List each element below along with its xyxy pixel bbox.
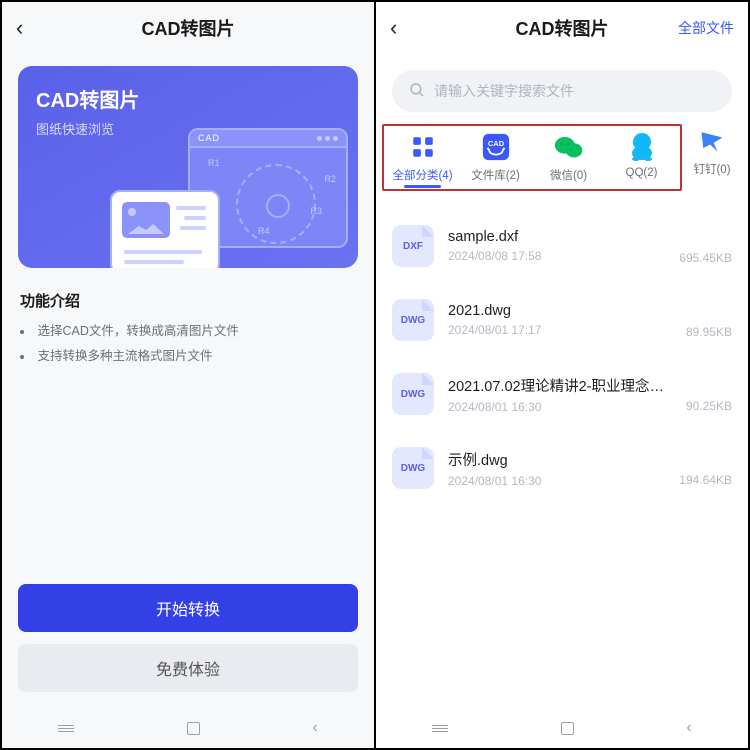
category-highlight-box: 全部分类(4) CAD 文件库(2) 微信(0) QQ(2) [382,124,682,191]
file-name: 示例.dwg [448,449,671,470]
system-nav: ‹ [376,708,748,748]
r2-label: R2 [324,174,336,184]
back-icon[interactable]: ‹ [16,15,23,41]
home-icon[interactable] [561,722,574,735]
wechat-icon [554,132,584,162]
qq-icon [627,132,657,162]
tab-label: 钉钉(0) [693,161,730,177]
file-item[interactable]: DWG 示例.dwg 2024/08/01 16:30 194.64KB [376,431,748,505]
file-item[interactable]: DXF sample.dxf 2024/08/08 17:58 695.45KB [376,209,748,283]
file-size: 89.95KB [686,325,732,339]
file-item[interactable]: DWG 2021.dwg 2024/08/01 17:17 89.95KB [376,283,748,357]
tab-wechat[interactable]: 微信(0) [532,130,605,187]
tab-label: 文件库(2) [471,167,520,183]
picture-icon [122,202,170,238]
hero-card: CAD转图片 图纸快速浏览 CAD R1 R2 R3 R4 [18,66,358,268]
svg-text:CAD: CAD [487,139,504,148]
tab-dingtalk[interactable]: 钉钉(0) [682,124,742,191]
file-meta: 2024/08/08 17:58 [448,249,671,263]
system-nav: ‹ [2,708,374,748]
file-name: sample.dxf [448,229,671,245]
file-meta: 2024/08/01 16:30 [448,400,678,414]
section-title: 功能介绍 [20,290,356,311]
file-size: 194.64KB [679,473,732,487]
file-meta: 2024/08/01 16:30 [448,474,671,488]
r4-label: R4 [258,226,270,236]
start-convert-button[interactable]: 开始转换 [18,584,358,632]
button-area: 开始转换 免费体验 [18,584,358,692]
file-item[interactable]: DWG 2021.07.02理论精讲2-职业理念职业... 2024/08/01… [376,357,748,431]
r1-label: R1 [208,158,220,168]
tab-library[interactable]: CAD 文件库(2) [459,130,532,187]
file-size: 695.45KB [679,251,732,265]
file-meta: 2024/08/01 17:17 [448,323,678,337]
file-ext-badge: DWG [392,373,434,415]
back-nav-icon[interactable]: ‹ [312,719,317,737]
tab-label: QQ(2) [626,167,658,179]
free-trial-button[interactable]: 免费体验 [18,644,358,692]
header: ‹ CAD转图片 [2,2,374,54]
image-card-icon [110,190,220,268]
hero-title: CAD转图片 [36,84,340,113]
gear-icon [236,164,316,244]
file-list: DXF sample.dxf 2024/08/08 17:58 695.45KB… [376,209,748,505]
tab-all[interactable]: 全部分类(4) [386,130,459,187]
right-screen: ‹ CAD转图片 全部文件 请输入关键字搜索文件 全部分类(4) CAD 文件库… [376,2,748,748]
grid-icon [408,132,438,162]
search-icon [408,81,426,102]
tab-label: 全部分类(4) [392,167,452,183]
search-placeholder: 请输入关键字搜索文件 [434,81,574,101]
file-size: 90.25KB [686,399,732,413]
file-ext-badge: DXF [392,225,434,267]
file-ext-badge: DWG [392,447,434,489]
left-screen: ‹ CAD转图片 CAD转图片 图纸快速浏览 CAD R1 R2 R3 R4 [2,2,376,748]
tab-qq[interactable]: QQ(2) [605,130,678,187]
recents-icon[interactable] [432,725,448,732]
back-icon[interactable]: ‹ [390,15,397,41]
search-input[interactable]: 请输入关键字搜索文件 [392,70,732,112]
page-title: CAD转图片 [142,15,235,41]
dingtalk-icon [697,126,727,156]
category-row: 全部分类(4) CAD 文件库(2) 微信(0) QQ(2) [376,124,748,191]
feature-list: 选择CAD文件，转换成高清图片文件 支持转换多种主流格式图片文件 [20,319,356,369]
r3-label: R3 [310,206,322,216]
feature-item: 支持转换多种主流格式图片文件 [20,344,356,369]
feature-item: 选择CAD文件，转换成高清图片文件 [20,319,356,344]
hero-illustration: CAD R1 R2 R3 R4 [128,128,348,268]
file-name: 2021.dwg [448,303,678,319]
header: ‹ CAD转图片 全部文件 [376,2,748,54]
all-files-link[interactable]: 全部文件 [678,18,734,38]
recents-icon[interactable] [58,725,74,732]
back-nav-icon[interactable]: ‹ [686,719,691,737]
window-dots-icon [314,133,338,143]
cad-tag: CAD [198,133,220,143]
cad-folder-icon: CAD [481,132,511,162]
home-icon[interactable] [187,722,200,735]
tab-label: 微信(0) [550,167,587,183]
file-name: 2021.07.02理论精讲2-职业理念职业... [448,375,678,396]
file-ext-badge: DWG [392,299,434,341]
page-title: CAD转图片 [516,15,609,41]
